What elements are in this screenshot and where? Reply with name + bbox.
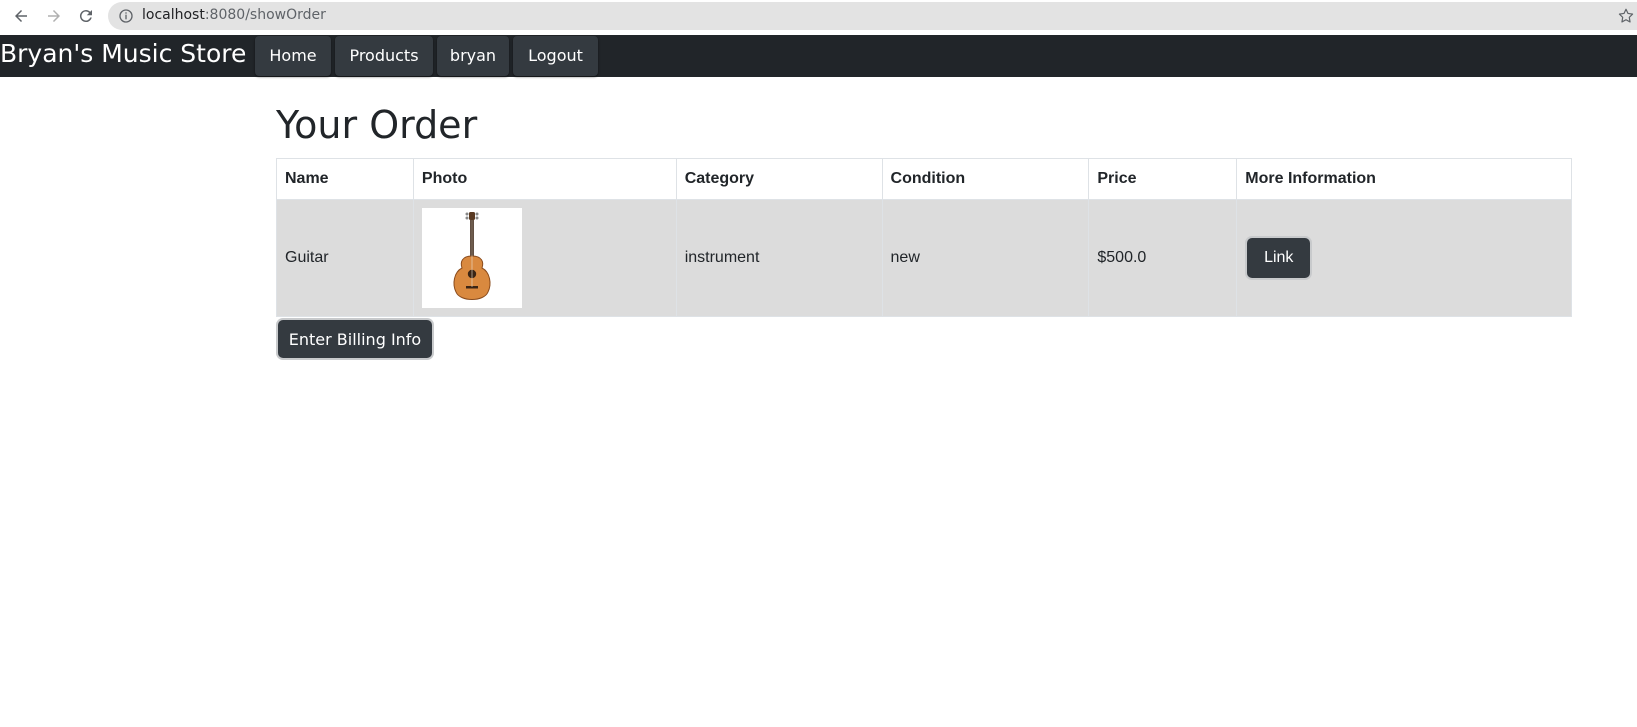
address-bar[interactable]: localhost:8080/showOrder (108, 2, 1637, 30)
enter-billing-info-button[interactable]: Enter Billing Info (278, 320, 432, 358)
navbar: Bryan's Music Store Home Products bryan … (0, 35, 1637, 77)
cell-category: instrument (675, 199, 883, 317)
info-icon[interactable] (118, 8, 134, 24)
cell-price: $500.0 (1088, 199, 1238, 317)
product-photo (421, 208, 522, 308)
url-text: localhost:8080/showOrder (142, 7, 326, 23)
cell-name: Guitar (276, 199, 414, 317)
cell-condition: new (881, 199, 1090, 317)
header-more-info: More Information (1236, 158, 1572, 200)
table-header-row: Name Photo Category Condition Price More… (276, 158, 1572, 200)
cell-photo (412, 199, 677, 317)
back-arrow-icon[interactable] (10, 5, 32, 27)
bookmark-star-icon[interactable] (1617, 7, 1635, 25)
header-condition: Condition (881, 158, 1090, 200)
header-price: Price (1088, 158, 1238, 200)
nav-home[interactable]: Home (255, 36, 331, 76)
cell-more-info: Link (1236, 199, 1572, 317)
url-path: :8080/showOrder (204, 7, 326, 23)
header-name: Name (276, 158, 414, 200)
page-title: Your Order (276, 103, 478, 147)
header-photo: Photo (412, 158, 677, 200)
order-table: Name Photo Category Condition Price More… (276, 158, 1572, 317)
table-row: Guitar instrument new $500.0 Link (276, 199, 1572, 317)
browser-toolbar: localhost:8080/showOrder (0, 0, 1637, 34)
nav-logout[interactable]: Logout (513, 36, 598, 76)
header-category: Category (675, 158, 883, 200)
url-host: localhost (142, 7, 205, 23)
reload-icon[interactable] (75, 5, 97, 27)
nav-user[interactable]: bryan (437, 36, 509, 76)
forward-arrow-icon[interactable] (43, 5, 65, 27)
more-info-link-button[interactable]: Link (1247, 238, 1311, 278)
brand-logo[interactable]: Bryan's Music Store (0, 38, 246, 70)
guitar-icon (453, 212, 491, 300)
nav-products[interactable]: Products (335, 36, 433, 76)
